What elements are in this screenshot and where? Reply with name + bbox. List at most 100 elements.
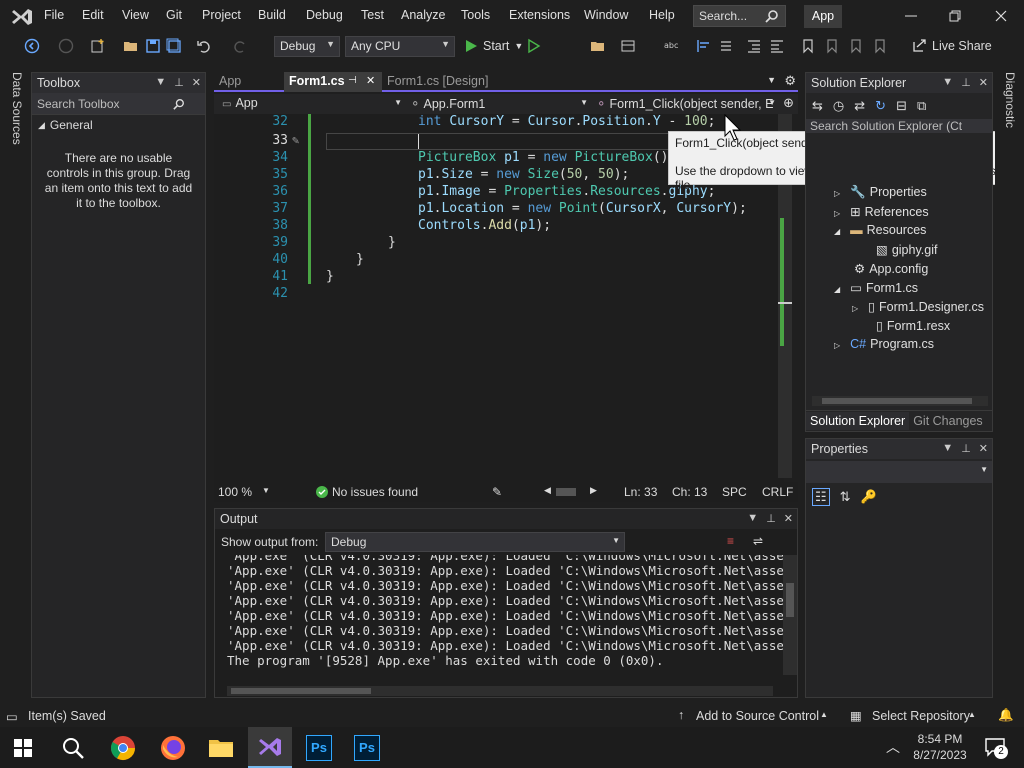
menu-test[interactable]: Test bbox=[361, 8, 384, 22]
pin-icon[interactable]: ⊥ bbox=[174, 76, 184, 89]
member-dropdown[interactable]: ⚬ Form1_Click(object sender, E ▼ bbox=[592, 95, 778, 113]
close-icon[interactable]: ✕ bbox=[979, 76, 988, 89]
spell-check-icon[interactable]: abc bbox=[663, 38, 679, 54]
solution-explorer-search-input[interactable]: Search Solution Explorer (Ct bbox=[806, 119, 992, 133]
scroll-left-icon[interactable]: ◀ bbox=[544, 485, 551, 496]
tray-overflow-chevron-icon[interactable]: ︿ bbox=[886, 737, 900, 757]
history-icon[interactable]: ◷ bbox=[833, 98, 844, 114]
align-left-icon[interactable] bbox=[696, 38, 712, 54]
menu-git[interactable]: Git bbox=[166, 8, 182, 22]
switch-views-icon[interactable]: ⇆ bbox=[812, 98, 823, 114]
back-icon[interactable] bbox=[24, 38, 40, 54]
show-all-files-icon[interactable]: ⧉ bbox=[917, 98, 926, 114]
outdent-icon[interactable] bbox=[769, 38, 785, 54]
scrollbar-thumb[interactable] bbox=[778, 302, 792, 304]
properties-object-dropdown[interactable]: ▼ bbox=[806, 461, 992, 483]
tab-git-changes[interactable]: Git Changes bbox=[909, 412, 986, 430]
open-folder-icon[interactable] bbox=[123, 38, 139, 54]
scroll-right-icon[interactable]: ▶ bbox=[590, 485, 597, 496]
chevron-down-icon[interactable]: ▼ bbox=[942, 442, 953, 455]
split-window-icon[interactable]: ⊕ bbox=[783, 95, 794, 111]
chrome-icon[interactable] bbox=[108, 733, 138, 763]
output-source-dropdown[interactable]: Debug ▼ bbox=[325, 532, 625, 552]
menu-file[interactable]: File bbox=[44, 8, 64, 22]
property-pages-icon[interactable]: 🔑 bbox=[861, 489, 877, 505]
tree-item-program[interactable]: ▷ C# Program.cs bbox=[834, 337, 934, 351]
project-dropdown[interactable]: ▭ App ▼ bbox=[218, 95, 404, 113]
chevron-down-icon[interactable]: ▼ bbox=[155, 76, 166, 89]
pin-tab-icon[interactable]: ⊣ bbox=[348, 75, 357, 86]
menu-debug[interactable]: Debug bbox=[306, 8, 343, 22]
forward-icon[interactable] bbox=[58, 38, 74, 54]
gear-icon[interactable]: ⚙ bbox=[784, 73, 796, 89]
close-window-icon[interactable] bbox=[993, 8, 1009, 24]
tab-form1-design[interactable]: Form1.cs [Design] bbox=[382, 72, 512, 92]
chevron-down-icon[interactable]: ▼ bbox=[262, 486, 270, 495]
notification-bell-icon[interactable]: 🔔 bbox=[998, 708, 1014, 723]
output-vertical-scrollbar[interactable] bbox=[783, 555, 797, 675]
align-right-icon[interactable] bbox=[718, 38, 734, 54]
select-repository[interactable]: Select Repository bbox=[872, 709, 970, 723]
windows-start-icon[interactable] bbox=[14, 739, 32, 757]
clear-all-icon[interactable]: ≡ bbox=[727, 534, 734, 548]
live-share-button[interactable]: Live Share bbox=[912, 38, 992, 53]
chevron-down-icon[interactable]: ▼ bbox=[942, 76, 953, 89]
start-without-debugging-icon[interactable] bbox=[526, 38, 542, 54]
data-sources-tab[interactable]: Data Sources bbox=[8, 72, 24, 152]
solution-configuration-dropdown[interactable]: Debug ▼ bbox=[274, 36, 340, 57]
menu-tools[interactable]: Tools bbox=[461, 8, 490, 22]
collapse-all-icon[interactable]: ⊟ bbox=[896, 98, 907, 114]
brush-icon[interactable]: ✎ bbox=[492, 485, 502, 499]
bookmark-clear-icon[interactable] bbox=[872, 38, 888, 54]
tab-solution-explorer[interactable]: Solution Explorer bbox=[806, 412, 910, 430]
bookmark-prev-icon[interactable] bbox=[824, 38, 840, 54]
scrollbar-thumb[interactable] bbox=[822, 398, 972, 404]
add-to-source-control[interactable]: Add to Source Control bbox=[696, 709, 819, 723]
menu-window[interactable]: Window bbox=[584, 8, 628, 22]
minimize-icon[interactable] bbox=[903, 8, 919, 24]
output-horizontal-scrollbar[interactable] bbox=[227, 686, 773, 696]
menu-view[interactable]: View bbox=[122, 8, 149, 22]
layout-icon[interactable] bbox=[620, 38, 636, 54]
indent-icon[interactable] bbox=[746, 38, 762, 54]
toolbox-group-general[interactable]: ◢ General bbox=[32, 115, 205, 135]
tree-item-references[interactable]: ▷ ⊞ References bbox=[834, 204, 929, 219]
menu-build[interactable]: Build bbox=[258, 8, 286, 22]
firefox-icon[interactable] bbox=[158, 733, 188, 763]
menu-project[interactable]: Project bbox=[202, 8, 241, 22]
bookmark-next-icon[interactable] bbox=[848, 38, 864, 54]
chevron-down-icon[interactable]: ▼ bbox=[747, 512, 758, 525]
tab-form1-cs[interactable]: Form1.cs ⊣ ✕ bbox=[284, 72, 382, 92]
bookmark-icon[interactable] bbox=[800, 38, 816, 54]
menu-help[interactable]: Help bbox=[649, 8, 675, 22]
start-debugging-button[interactable]: Start ▼ bbox=[464, 37, 523, 55]
whitespace-indicator[interactable]: SPC bbox=[722, 485, 747, 499]
global-search-input[interactable]: Search... bbox=[693, 5, 786, 27]
solution-platform-dropdown[interactable]: Any CPU ▼ bbox=[345, 36, 455, 57]
zoom-level[interactable]: 100 % bbox=[218, 485, 252, 499]
refresh-icon[interactable]: ↻ bbox=[875, 98, 886, 114]
pin-icon[interactable]: ⊥ bbox=[961, 442, 971, 455]
issues-status[interactable]: No issues found bbox=[332, 485, 418, 499]
solution-folder-icon[interactable] bbox=[590, 38, 606, 54]
sync-icon[interactable]: ⇄ bbox=[854, 98, 865, 114]
horizontal-scrollbar-thumb[interactable] bbox=[556, 488, 576, 496]
undo-icon[interactable] bbox=[196, 38, 212, 54]
tab-overflow-chevron-icon[interactable]: ▼ bbox=[767, 75, 776, 85]
taskbar-active-app[interactable] bbox=[248, 727, 292, 768]
solution-explorer-horizontal-scrollbar[interactable] bbox=[812, 396, 988, 406]
alphabetical-icon[interactable]: ⇅ bbox=[840, 489, 851, 505]
tree-item-giphy[interactable]: ▧ giphy.gif bbox=[876, 242, 937, 257]
pin-icon[interactable]: ⊥ bbox=[766, 512, 776, 525]
tab-app[interactable]: App bbox=[214, 72, 284, 92]
close-icon[interactable]: ✕ bbox=[784, 512, 793, 525]
toolbox-search-input[interactable]: Search Toolbox bbox=[32, 93, 205, 115]
column-indicator[interactable]: Ch: 13 bbox=[672, 485, 707, 499]
diagnostic-tools-tab[interactable]: Diagnostic Tools bbox=[1001, 72, 1017, 132]
save-icon[interactable] bbox=[145, 38, 161, 54]
new-project-icon[interactable] bbox=[90, 38, 106, 54]
menu-extensions[interactable]: Extensions bbox=[509, 8, 570, 22]
redo-icon[interactable] bbox=[232, 38, 248, 54]
categorized-icon[interactable]: ☷ bbox=[812, 488, 830, 506]
scrollbar-thumb[interactable] bbox=[786, 583, 794, 617]
